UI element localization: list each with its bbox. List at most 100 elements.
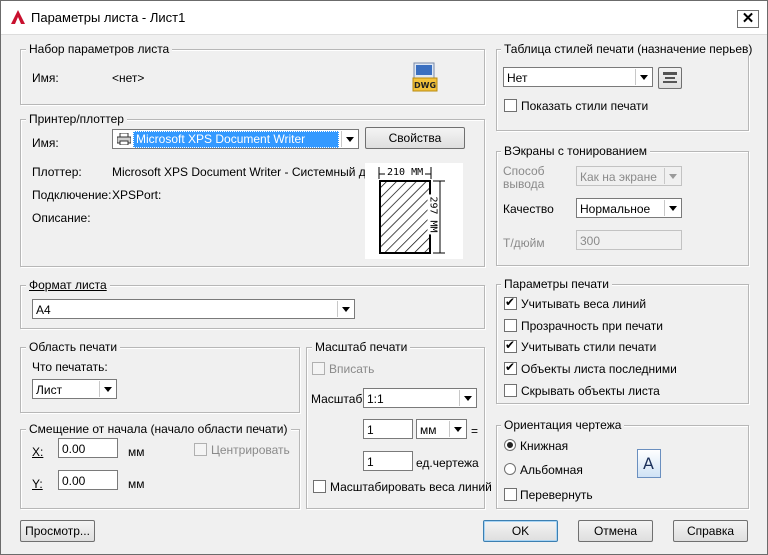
paper-size-legend: Формат листа [26, 278, 110, 292]
shade-output-select[interactable]: Как на экране [576, 166, 682, 186]
plot-style-group [496, 49, 749, 131]
offset-y-label-text: Y: [32, 477, 43, 491]
cancel-button[interactable]: Отмена [578, 520, 653, 542]
chevron-down-icon [341, 131, 357, 147]
page-setup-legend: Набор параметров листа [26, 42, 173, 56]
plotter-value: Microsoft XPS Document Writer - Системны… [112, 165, 390, 179]
preview-button[interactable]: Просмотр... [20, 520, 95, 542]
close-icon: ✕ [741, 10, 755, 27]
offset-y-value: 0.00 [62, 474, 86, 488]
plot-option-checkbox-transparency[interactable] [504, 319, 517, 332]
shade-output-value: Как на экране [580, 170, 657, 184]
paper-size-select[interactable]: A4 [32, 299, 355, 319]
chevron-down-icon [99, 381, 115, 397]
page-setup-name-label: Имя: [32, 71, 59, 85]
printer-icon [117, 133, 131, 145]
what-to-plot-select[interactable]: Лист [32, 379, 117, 399]
dpi-label: Т/дюйм [503, 236, 545, 250]
what-to-plot-value: Лист [36, 383, 63, 397]
printer-legend: Принтер/плоттер [26, 112, 127, 126]
what-to-plot-label: Что печатать: [32, 360, 108, 374]
printer-name-select[interactable]: Microsoft XPS Document Writer [112, 129, 359, 149]
ok-button[interactable]: OK [483, 520, 558, 542]
quality-select[interactable]: Нормальное [576, 198, 682, 218]
preview-width-label: 210 ММ [385, 167, 426, 178]
plot-option-label-transparency: Прозрачность при печати [521, 319, 663, 333]
help-button[interactable]: Справка [673, 520, 748, 542]
scale-unit-value: мм [420, 423, 437, 437]
close-button[interactable]: ✕ [737, 10, 759, 28]
scale-lineweights-checkbox[interactable] [313, 480, 326, 493]
edit-style-icon [663, 72, 677, 83]
scale-unit-select[interactable]: мм [416, 419, 467, 439]
plot-option-checkbox-hide-objects[interactable] [504, 384, 517, 397]
orientation-preview-icon: A [637, 449, 661, 478]
plot-offset-legend: Смещение от начала (начало области печат… [26, 422, 291, 436]
offset-x-label-text: X: [32, 445, 44, 459]
scale-value1-input[interactable]: 1 [363, 419, 413, 439]
window-title: Параметры листа - Лист1 [31, 10, 186, 25]
dpi-input[interactable]: 300 [576, 230, 682, 250]
edit-plot-style-button[interactable] [658, 67, 682, 89]
portrait-radio[interactable] [504, 439, 516, 451]
paper-size-legend-text: Формат листа [29, 278, 107, 292]
upside-down-checkbox[interactable] [504, 488, 517, 501]
scale-value2-input[interactable]: 1 [363, 451, 413, 471]
plot-option-checkbox-plot-styles[interactable] [504, 338, 517, 353]
plot-scale-legend: Масштаб печати [312, 340, 411, 354]
scale-lineweights-label: Масштабировать веса линий [330, 480, 492, 494]
offset-y-unit: мм [128, 477, 145, 491]
quality-value: Нормальное [580, 202, 651, 216]
plot-option-label-plot-styles: Учитывать стили печати [521, 340, 657, 354]
center-plot-label: Центрировать [211, 443, 290, 457]
printer-name-label: Имя: [32, 136, 59, 150]
center-plot-checkbox[interactable] [194, 443, 207, 456]
paper-preview: 210 ММ 297 ММ [365, 163, 463, 259]
fit-to-paper-checkbox[interactable] [312, 362, 325, 375]
display-plot-styles-label: Показать стили печати [521, 99, 649, 113]
chevron-down-icon [459, 390, 475, 406]
scale-value1: 1 [367, 423, 374, 437]
plot-style-select[interactable]: Нет [503, 67, 653, 87]
scale-select[interactable]: 1:1 [363, 388, 477, 408]
plot-option-label-hide-objects: Скрывать объекты листа [521, 384, 660, 398]
chevron-down-icon [337, 301, 353, 317]
offset-x-input[interactable]: 0.00 [58, 438, 118, 458]
orientation-legend: Ориентация чертежа [501, 418, 625, 432]
offset-x-unit: мм [128, 445, 145, 459]
offset-x-label: X: [32, 445, 43, 459]
connection-label: Подключение: [32, 188, 112, 202]
plot-option-label-paperspace-last: Объекты листа последними [521, 362, 677, 376]
plot-style-legend: Таблица стилей печати (назначение перьев… [501, 42, 756, 56]
dwg-icon-text: DWG [414, 81, 436, 90]
orientation-letter: A [643, 454, 654, 473]
printer-name-value: Microsoft XPS Document Writer [133, 131, 339, 148]
chevron-down-icon [664, 200, 680, 216]
shade-output-label: Способ вывода [503, 164, 545, 191]
preview-height-label: 297 ММ [427, 194, 439, 235]
portrait-label: Книжная [520, 439, 569, 453]
plotter-label: Плоттер: [32, 165, 82, 179]
chevron-down-icon [635, 69, 651, 85]
page-setup-dialog: Параметры листа - Лист1 ✕ Набор параметр… [0, 0, 768, 555]
title-bar: Параметры листа - Лист1 ✕ [1, 1, 767, 35]
landscape-label: Альбомная [520, 463, 583, 477]
scale-equals: = [471, 424, 479, 438]
plot-style-value: Нет [507, 71, 528, 85]
landscape-radio[interactable] [504, 463, 516, 475]
display-plot-styles-checkbox[interactable] [504, 99, 517, 112]
dwg-file-icon: DWG [412, 62, 438, 92]
paper-size-value: A4 [36, 303, 51, 317]
plot-option-checkbox-paperspace-last[interactable] [504, 360, 517, 375]
fit-to-paper-label: Вписать [329, 362, 375, 376]
printer-properties-button[interactable]: Свойства [365, 127, 465, 149]
plot-option-checkbox-lineweights[interactable] [504, 295, 517, 310]
plot-options-legend: Параметры печати [501, 277, 612, 291]
offset-y-input[interactable]: 0.00 [58, 470, 118, 490]
upside-down-label: Перевернуть [520, 488, 593, 502]
offset-x-value: 0.00 [62, 442, 86, 456]
shaded-viewport-legend: ВЭкраны с тонированием [501, 144, 651, 158]
chevron-down-icon [664, 168, 680, 184]
plot-option-label-lineweights: Учитывать веса линий [521, 297, 647, 311]
drawing-units-label: ед.чертежа [416, 456, 479, 470]
